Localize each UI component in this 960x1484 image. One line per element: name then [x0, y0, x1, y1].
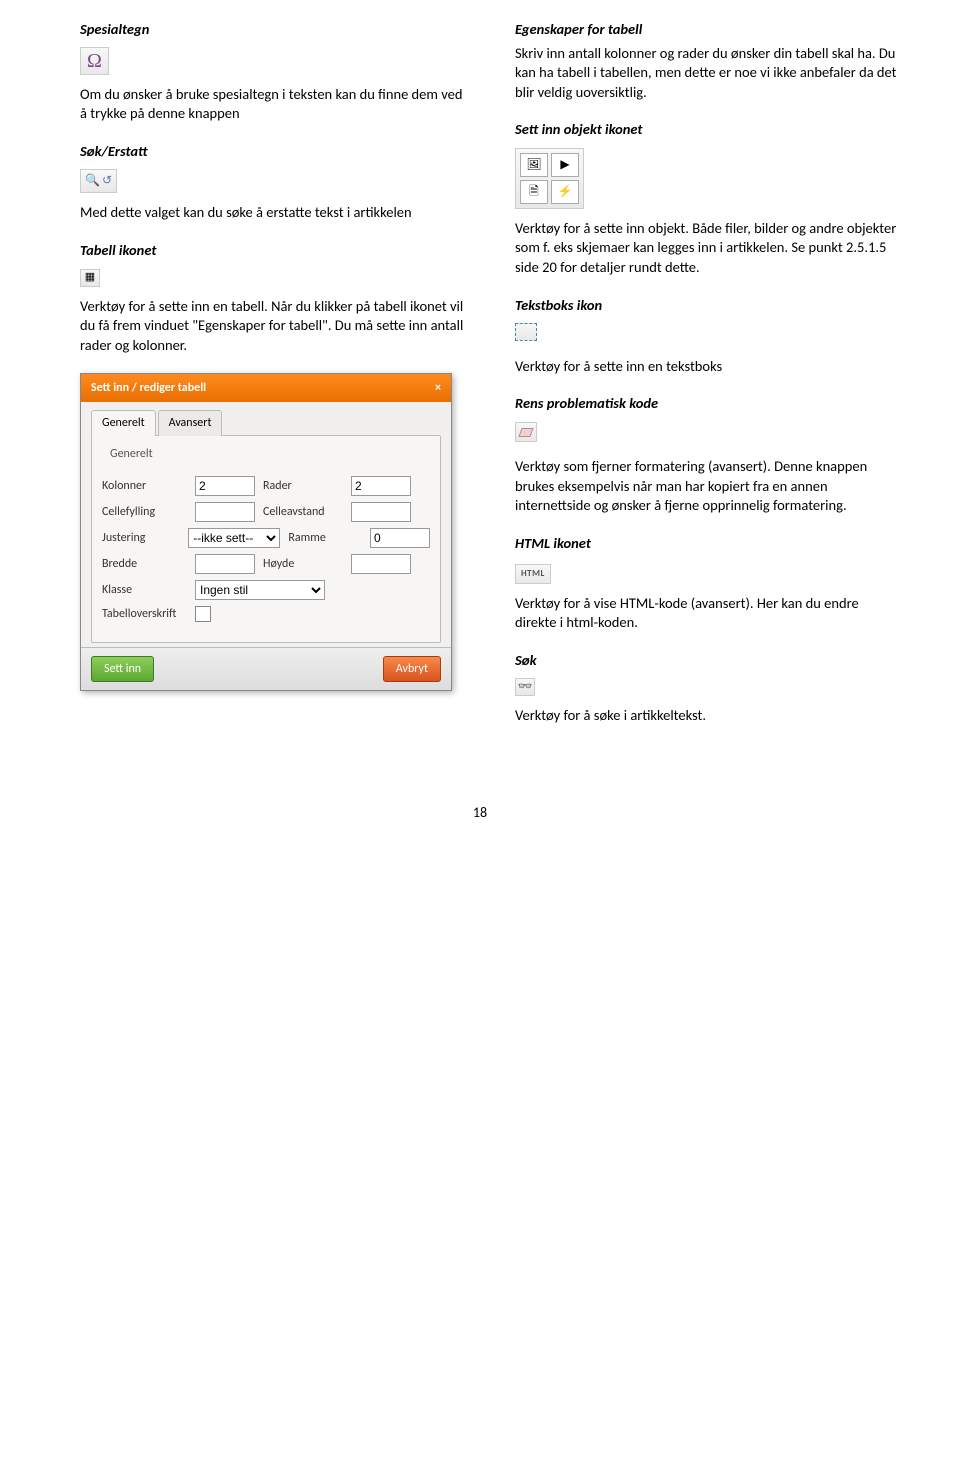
- input-rader[interactable]: [351, 476, 411, 496]
- select-klasse[interactable]: Ingen stil: [195, 580, 325, 600]
- right-column: Egenskaper for tabell Skriv inn antall k…: [515, 20, 900, 744]
- tab-generelt[interactable]: Generelt: [91, 410, 156, 435]
- input-bredde[interactable]: [195, 554, 255, 574]
- dialog-title: Sett inn / rediger tabell: [91, 380, 206, 396]
- heading-sett-inn-objekt: Sett inn objekt ikonet: [515, 120, 900, 140]
- label-rader: Rader: [263, 478, 343, 494]
- text-sok: Verktøy for å søke i artikkeltekst.: [515, 706, 900, 726]
- sett-inn-button[interactable]: Sett inn: [91, 656, 154, 682]
- input-ramme[interactable]: [370, 528, 430, 548]
- label-celleavstand: Celleavstand: [263, 504, 343, 520]
- input-hoyde[interactable]: [351, 554, 411, 574]
- close-icon[interactable]: ×: [435, 380, 441, 396]
- html-icon: HTML: [515, 562, 551, 584]
- select-justering[interactable]: --ikke sett--: [188, 528, 280, 548]
- images-icon: 🗎: [520, 180, 548, 204]
- text-tabell-ikonet: Verktøy for å sette inn en tabell. Når d…: [80, 297, 465, 356]
- text-sett-inn-objekt: Verktøy for å sette inn objekt. Både fil…: [515, 219, 900, 278]
- label-cellefylling: Cellefylling: [102, 504, 187, 520]
- dialog-tabs: Generelt Avansert: [91, 410, 441, 435]
- text-tekstboks: Verktøy for å sette inn en tekstboks: [515, 357, 900, 377]
- dialog-footer: Sett inn Avbryt: [81, 647, 451, 690]
- fieldset-generelt: Generelt Kolonner Rader Cellefylling Cel…: [91, 435, 441, 643]
- text-sok-erstatt: Med dette valget kan du søke å erstatte …: [80, 203, 465, 223]
- label-tabelloverskrift: Tabelloverskrift: [102, 606, 187, 622]
- heading-sok-erstatt: Søk/Erstatt: [80, 142, 465, 162]
- left-column: Spesialtegn Ω Om du ønsker å bruke spesi…: [80, 20, 465, 744]
- label-justering: Justering: [102, 530, 180, 546]
- heading-tabell-ikonet: Tabell ikonet: [80, 241, 465, 261]
- insert-object-icon: 🖼 ▶ 🗎 ⚡: [515, 148, 584, 209]
- label-ramme: Ramme: [288, 530, 362, 546]
- heading-tekstboks: Tekstboks ikon: [515, 296, 900, 316]
- search-replace-icon: 🔍↺: [80, 169, 117, 193]
- heading-sok: Søk: [515, 651, 900, 671]
- checkbox-tabelloverskrift[interactable]: [195, 606, 211, 622]
- eraser-icon: [515, 422, 537, 448]
- label-hoyde: Høyde: [263, 556, 343, 572]
- table-dialog: Sett inn / rediger tabell × Generelt Ava…: [80, 373, 452, 691]
- image-icon: 🖼: [520, 153, 548, 177]
- heading-egenskaper-tabell: Egenskaper for tabell: [515, 20, 900, 40]
- text-html-ikonet: Verktøy for å vise HTML-kode (avansert).…: [515, 594, 900, 633]
- label-bredde: Bredde: [102, 556, 187, 572]
- page-content: Spesialtegn Ω Om du ønsker å bruke spesi…: [0, 0, 960, 774]
- table-icon: ▦: [80, 269, 100, 287]
- input-kolonner[interactable]: [195, 476, 255, 496]
- heading-spesialtegn: Spesialtegn: [80, 20, 465, 40]
- omega-icon: Ω: [80, 48, 109, 75]
- flash-icon: ⚡: [551, 180, 579, 204]
- avbryt-button[interactable]: Avbryt: [383, 656, 441, 682]
- dialog-titlebar: Sett inn / rediger tabell ×: [81, 374, 451, 402]
- textbox-icon: [515, 323, 537, 347]
- input-cellefylling[interactable]: [195, 502, 255, 522]
- legend-generelt: Generelt: [106, 446, 157, 462]
- play-icon: ▶: [551, 153, 579, 177]
- binoculars-icon: 👓: [515, 678, 535, 696]
- tab-avansert[interactable]: Avansert: [158, 410, 223, 435]
- text-egenskaper-tabell: Skriv inn antall kolonner og rader du øn…: [515, 44, 900, 103]
- heading-html-ikonet: HTML ikonet: [515, 534, 900, 554]
- label-kolonner: Kolonner: [102, 478, 187, 494]
- heading-rens-kode: Rens problematisk kode: [515, 394, 900, 414]
- label-klasse: Klasse: [102, 582, 187, 598]
- page-number: 18: [0, 804, 960, 823]
- text-rens-kode: Verktøy som fjerner formatering (avanser…: [515, 457, 900, 516]
- input-celleavstand[interactable]: [351, 502, 411, 522]
- text-spesialtegn: Om du ønsker å bruke spesialtegn i tekst…: [80, 85, 465, 124]
